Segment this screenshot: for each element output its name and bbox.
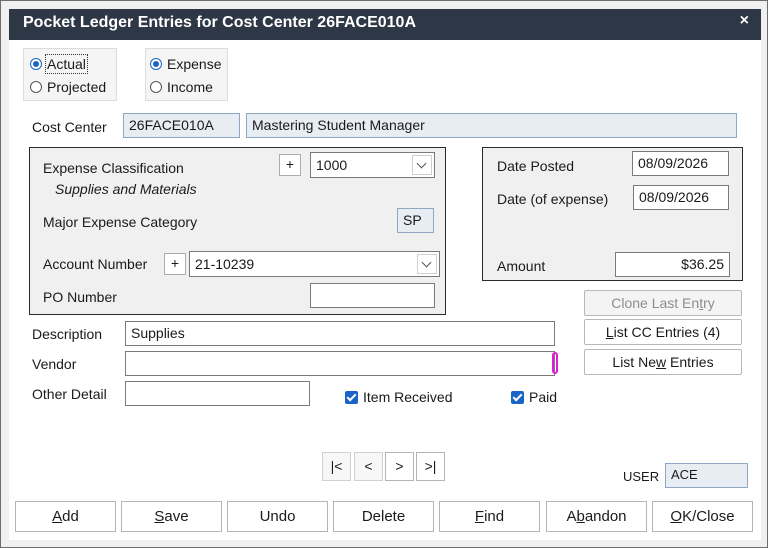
last-record-button[interactable]: >| bbox=[416, 452, 445, 481]
checkmark-icon[interactable] bbox=[345, 390, 358, 404]
form-body: Actual Projected Expense Income Cost Cen… bbox=[9, 40, 761, 540]
first-record-button[interactable]: |< bbox=[322, 452, 351, 481]
listcc-label-b: ist CC Entries (4) bbox=[613, 324, 721, 340]
previous-record-button[interactable]: < bbox=[354, 452, 383, 481]
save-button[interactable]: Save bbox=[121, 501, 222, 532]
cost-center-label: Cost Center bbox=[32, 119, 107, 135]
abandon-label-a: A bbox=[566, 508, 577, 525]
amount-input[interactable]: $36.25 bbox=[615, 252, 730, 277]
okclose-label-b: K/Close bbox=[682, 508, 735, 525]
next-record-button[interactable]: > bbox=[385, 452, 414, 481]
user-label: USER bbox=[623, 469, 660, 484]
title-bar: Pocket Ledger Entries for Cost Center 26… bbox=[9, 9, 761, 40]
account-number-select[interactable]: 21-10239 bbox=[189, 251, 440, 277]
date-posted-input[interactable]: 08/09/2026 bbox=[632, 151, 729, 176]
po-number-label: PO Number bbox=[43, 289, 117, 305]
classification-value: 1000 bbox=[316, 157, 348, 173]
date-of-expense-label: Date (of expense) bbox=[497, 191, 609, 207]
paid-checkbox[interactable]: Paid bbox=[511, 389, 557, 405]
delete-button[interactable]: Delete bbox=[333, 501, 434, 532]
abandon-label-key: b bbox=[576, 508, 585, 525]
other-detail-label: Other Detail bbox=[32, 386, 107, 402]
checkmark-icon[interactable] bbox=[511, 390, 524, 404]
cost-center-code-field: 26FACE010A bbox=[123, 113, 240, 138]
clone-label-a: Clone Last En bbox=[611, 295, 700, 311]
item-received-checkbox[interactable]: Item Received bbox=[345, 389, 452, 405]
date-of-expense-input[interactable]: 08/09/2026 bbox=[633, 185, 729, 210]
expense-classification-label: Expense Classification bbox=[43, 160, 184, 176]
radio-income[interactable]: Income bbox=[150, 79, 213, 95]
user-field: ACE bbox=[665, 463, 748, 488]
listnew-label-a: List Ne bbox=[612, 354, 656, 370]
vendor-label: Vendor bbox=[32, 356, 77, 372]
undo-label: Undo bbox=[259, 508, 296, 525]
date-posted-label: Date Posted bbox=[497, 158, 575, 174]
text-cursor-icon bbox=[552, 352, 558, 374]
account-number-label: Account Number bbox=[43, 256, 148, 272]
clone-last-entry-button[interactable]: Clone Last Entry bbox=[584, 290, 742, 316]
abandon-button[interactable]: Abandon bbox=[546, 501, 647, 532]
classification-dropdown[interactable] bbox=[412, 155, 432, 175]
okclose-label-key: O bbox=[670, 508, 683, 525]
account-number-value: 21-10239 bbox=[195, 256, 255, 272]
find-label-b: ind bbox=[484, 508, 505, 525]
po-number-input[interactable] bbox=[310, 283, 435, 308]
undo-button[interactable]: Undo bbox=[227, 501, 328, 532]
close-icon[interactable]: × bbox=[740, 12, 749, 30]
radio-expense-indicator[interactable] bbox=[150, 58, 162, 70]
vendor-input[interactable] bbox=[125, 351, 555, 376]
radio-projected-indicator[interactable] bbox=[30, 81, 42, 93]
radio-actual[interactable]: Actual bbox=[30, 54, 88, 74]
save-label-b: ave bbox=[164, 508, 189, 525]
radio-projected-label[interactable]: Projected bbox=[47, 79, 106, 95]
radio-income-label[interactable]: Income bbox=[167, 79, 213, 95]
ok-close-button[interactable]: OK/Close bbox=[652, 501, 753, 532]
radio-actual-label[interactable]: Actual bbox=[45, 54, 88, 74]
radio-expense-label[interactable]: Expense bbox=[167, 56, 221, 72]
find-button[interactable]: Find bbox=[439, 501, 540, 532]
major-category-field: SP bbox=[397, 208, 434, 233]
pocket-ledger-window: Pocket Ledger Entries for Cost Center 26… bbox=[0, 0, 768, 548]
find-label-key: F bbox=[474, 508, 485, 525]
clone-label-b: ry bbox=[703, 295, 715, 311]
classification-select[interactable]: 1000 bbox=[310, 152, 435, 178]
radio-expense[interactable]: Expense bbox=[150, 56, 221, 72]
radio-projected[interactable]: Projected bbox=[30, 79, 106, 95]
listcc-label-key: L bbox=[605, 324, 614, 340]
list-new-entries-button[interactable]: List New Entries bbox=[584, 349, 742, 375]
chevron-down-icon bbox=[416, 158, 427, 169]
radio-actual-indicator[interactable] bbox=[30, 58, 42, 70]
classification-add-button[interactable]: + bbox=[279, 154, 301, 176]
abandon-label-b: andon bbox=[584, 508, 627, 525]
description-input[interactable]: Supplies bbox=[125, 321, 555, 346]
add-label-key: A bbox=[52, 508, 63, 525]
major-category-label: Major Expense Category bbox=[43, 214, 198, 230]
listnew-label-key: w bbox=[655, 354, 667, 370]
save-label-key: S bbox=[154, 508, 165, 525]
classification-description: Supplies and Materials bbox=[55, 181, 197, 197]
account-add-button[interactable]: + bbox=[164, 253, 186, 275]
description-label: Description bbox=[32, 326, 103, 342]
amount-label: Amount bbox=[497, 258, 546, 274]
delete-label: Delete bbox=[361, 508, 406, 525]
add-label-b: dd bbox=[62, 508, 79, 525]
other-detail-input[interactable] bbox=[125, 381, 310, 406]
list-cc-entries-button[interactable]: List CC Entries (4) bbox=[584, 319, 742, 345]
add-button[interactable]: Add bbox=[15, 501, 116, 532]
radio-income-indicator[interactable] bbox=[150, 81, 162, 93]
window-title: Pocket Ledger Entries for Cost Center 26… bbox=[23, 14, 417, 31]
listnew-label-b: Entries bbox=[666, 354, 714, 370]
chevron-down-icon bbox=[421, 257, 432, 268]
account-dropdown[interactable] bbox=[417, 254, 437, 274]
paid-label[interactable]: Paid bbox=[529, 389, 557, 405]
item-received-label[interactable]: Item Received bbox=[363, 389, 452, 405]
cost-center-name-field: Mastering Student Manager bbox=[246, 113, 737, 138]
